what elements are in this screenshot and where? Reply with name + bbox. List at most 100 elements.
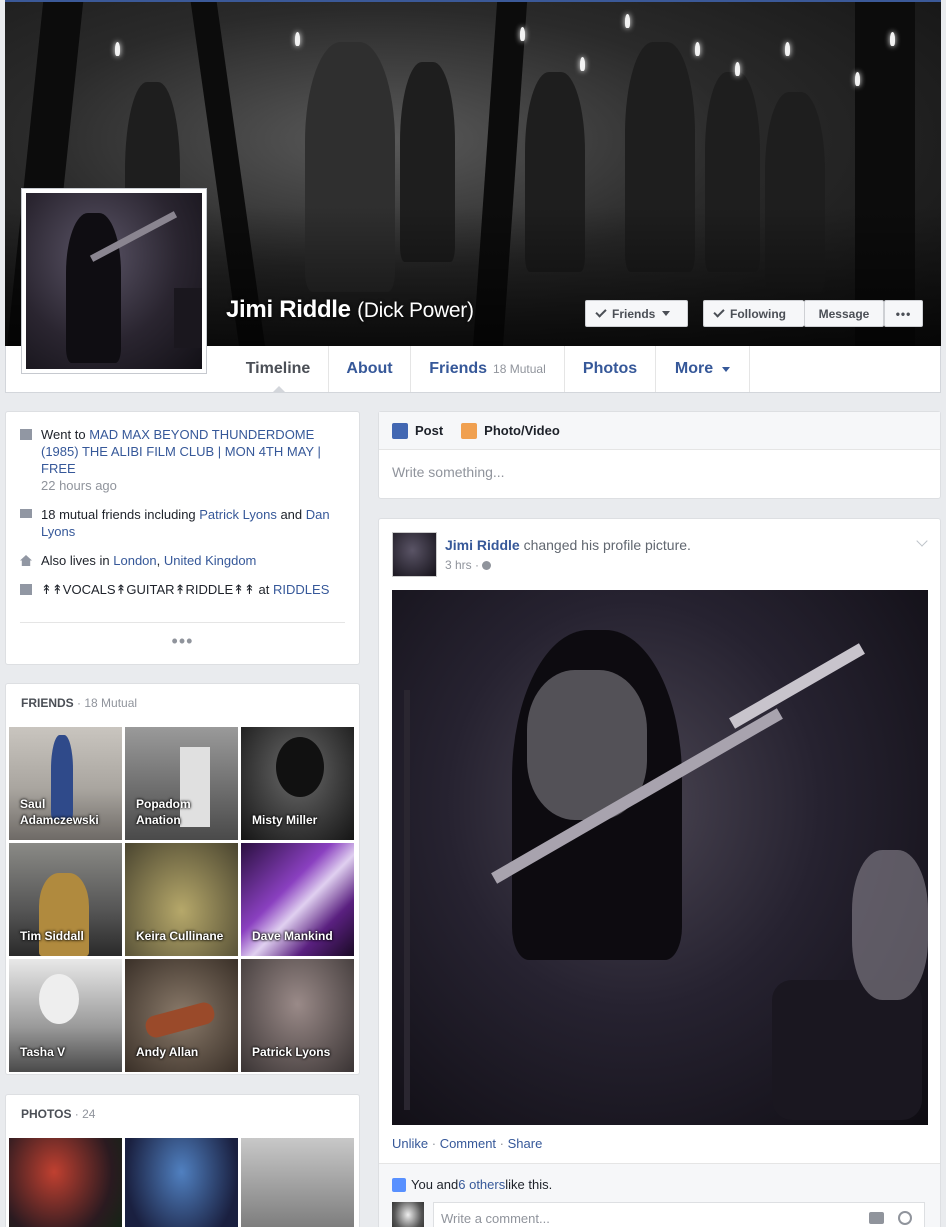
friend-tile[interactable]: Dave Mankind	[241, 843, 354, 956]
friend-name[interactable]: Keira Cullinane	[136, 928, 236, 944]
friend-tile[interactable]: Misty Miller	[241, 727, 354, 840]
tab-timeline[interactable]: Timeline	[228, 346, 329, 393]
likes-others-link[interactable]: 6 others	[458, 1177, 505, 1192]
friend-name[interactable]: Saul Adamczewski	[20, 796, 120, 828]
intro-card: Went to MAD MAX BEYOND THUNDERDOME (1985…	[5, 411, 360, 665]
friend-name[interactable]: Misty Miller	[252, 812, 352, 828]
work-place-link[interactable]: RIDDLES	[273, 582, 329, 597]
separator: ·	[428, 1136, 440, 1151]
friends-card: FRIENDS · 18 Mutual Saul Adamczewski Pop…	[5, 683, 360, 1075]
check-icon	[595, 306, 607, 318]
friends-card-title[interactable]: FRIENDS · 18 Mutual	[6, 684, 359, 724]
intro-mutual-friends: 18 mutual friends including Patrick Lyon…	[20, 506, 345, 540]
photo-tile[interactable]	[9, 1138, 122, 1227]
photos-card-title-text[interactable]: PHOTOS	[21, 1107, 71, 1121]
tab-timeline-label: Timeline	[245, 360, 311, 377]
lives-prefix: Also lives in	[41, 553, 114, 568]
friends-button[interactable]: Friends	[585, 300, 688, 327]
composer-photo-label: Photo/Video	[484, 423, 560, 438]
friend-tile[interactable]: Popadom Anation	[125, 727, 238, 840]
mutual-and: and	[276, 507, 306, 522]
comment-input[interactable]: Write a comment...	[433, 1202, 925, 1227]
event-time: 22 hours ago	[41, 478, 117, 493]
post-actions: Unlike · Comment · Share	[392, 1136, 542, 1151]
photo-tile[interactable]	[125, 1138, 238, 1227]
event-prefix: Went to	[41, 427, 90, 442]
globe-icon	[482, 561, 492, 570]
unlike-link[interactable]: Unlike	[392, 1136, 428, 1151]
friend-name[interactable]: Dave Mankind	[252, 928, 352, 944]
intro-more-button[interactable]: •••	[6, 632, 359, 650]
friends-card-title-text[interactable]: FRIENDS	[21, 696, 74, 710]
post-author-avatar[interactable]	[392, 532, 437, 577]
friend-tile[interactable]: Keira Cullinane	[125, 843, 238, 956]
intro-work: ↟↟VOCALS↟GUITAR↟RIDDLE↟↟ at RIDDLES	[20, 581, 345, 598]
friend-name[interactable]: Patrick Lyons	[252, 1044, 352, 1060]
following-button[interactable]: Following	[703, 300, 804, 327]
friend-tile[interactable]: Saul Adamczewski	[9, 727, 122, 840]
check-icon	[713, 306, 725, 318]
friends-button-label: Friends	[612, 306, 656, 321]
friends-card-count: · 18 Mutual	[73, 696, 138, 710]
current-user-avatar	[392, 1202, 424, 1227]
post-composer: Post Photo/Video Write something...	[378, 411, 941, 499]
photos-card-count: · 24	[71, 1107, 96, 1121]
post-photo[interactable]	[392, 590, 928, 1125]
chevron-down-icon	[722, 366, 731, 372]
comment-link[interactable]: Comment	[440, 1136, 496, 1151]
work-at: at	[254, 582, 274, 597]
comment-placeholder: Write a comment...	[441, 1210, 550, 1226]
profile-name[interactable]: Jimi Riddle (Dick Power)	[226, 296, 474, 324]
friend-tile[interactable]: Patrick Lyons	[241, 959, 354, 1072]
friend-name[interactable]: Andy Allan	[136, 1044, 236, 1060]
friend-tile[interactable]: Andy Allan	[125, 959, 238, 1072]
composer-photo-tab[interactable]: Photo/Video	[461, 422, 560, 439]
tab-friends-count: 18 Mutual	[493, 362, 546, 376]
timeline-post: Jimi Riddle changed his profile picture.…	[378, 518, 941, 1227]
composer-post-tab[interactable]: Post	[392, 422, 444, 439]
post-author-link[interactable]: Jimi Riddle	[445, 537, 520, 553]
more-options-button[interactable]: •••	[884, 300, 923, 327]
friend-tile[interactable]: Tasha V	[9, 959, 122, 1072]
composer-post-label: Post	[415, 423, 444, 438]
likes-suffix: like this.	[505, 1177, 553, 1192]
tab-photos[interactable]: Photos	[565, 346, 656, 392]
lives-sep: ,	[156, 553, 164, 568]
tab-photos-label: Photos	[582, 360, 638, 377]
calendar-icon	[20, 429, 32, 440]
camera-icon[interactable]	[869, 1212, 884, 1224]
friend-name[interactable]: Tasha V	[20, 1044, 120, 1060]
post-time-text: 3 hrs ·	[445, 558, 483, 572]
chevron-down-icon	[662, 311, 671, 316]
photo-tile[interactable]	[241, 1138, 354, 1227]
tab-about[interactable]: About	[329, 346, 411, 392]
profile-picture-image	[26, 193, 202, 369]
lives-country-link[interactable]: United Kingdom	[164, 553, 257, 568]
tab-friends[interactable]: Friends 18 Mutual	[411, 346, 565, 392]
ellipsis-icon: •••	[895, 306, 912, 321]
post-options-chevron-icon[interactable]	[916, 535, 928, 547]
friends-icon	[20, 509, 32, 518]
message-button[interactable]: Message	[804, 300, 884, 327]
friend-name[interactable]: Tim Siddall	[20, 928, 120, 944]
intro-lives-in: Also lives in London, United Kingdom	[20, 552, 345, 569]
friend-tile[interactable]: Tim Siddall	[9, 843, 122, 956]
share-link[interactable]: Share	[508, 1136, 543, 1151]
divider	[20, 622, 345, 623]
work-title: ↟↟VOCALS↟GUITAR↟RIDDLE↟↟	[41, 582, 255, 597]
lives-city-link[interactable]: London	[113, 553, 156, 568]
emoji-icon[interactable]	[898, 1211, 912, 1225]
like-thumb-icon	[392, 1177, 406, 1192]
tab-friends-label: Friends	[429, 360, 488, 377]
photos-card-title[interactable]: PHOTOS · 24	[6, 1095, 359, 1135]
post-header: Jimi Riddle changed his profile picture.	[445, 537, 691, 553]
pencil-icon	[392, 422, 408, 439]
tab-about-label: About	[346, 360, 393, 377]
tab-more[interactable]: More	[656, 346, 750, 392]
composer-input[interactable]: Write something...	[379, 450, 940, 494]
mutual-friend-link-1[interactable]: Patrick Lyons	[199, 507, 277, 522]
friend-name[interactable]: Popadom Anation	[136, 796, 236, 828]
profile-picture[interactable]	[21, 188, 207, 374]
profile-primary-name[interactable]: Jimi Riddle	[226, 296, 351, 323]
post-timestamp[interactable]: 3 hrs ·	[445, 558, 492, 572]
